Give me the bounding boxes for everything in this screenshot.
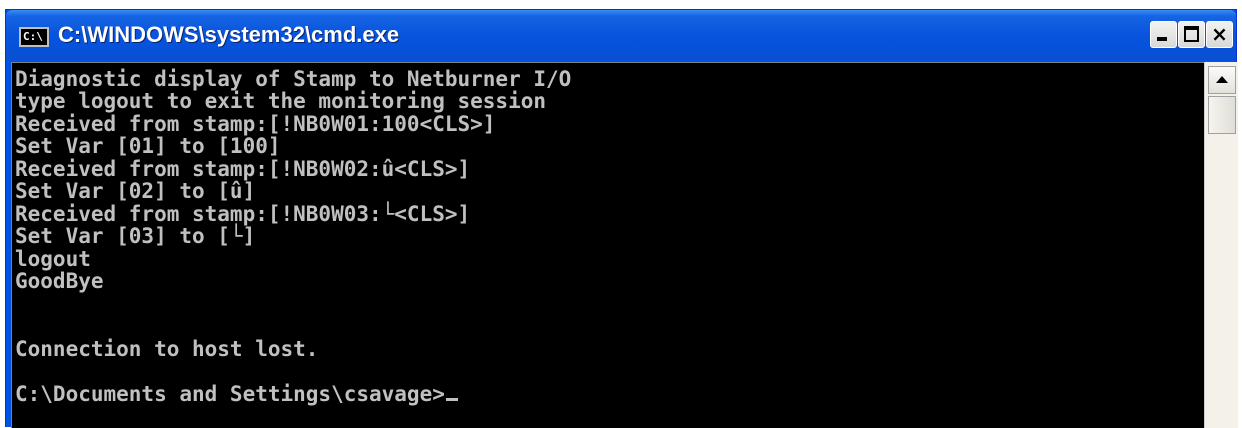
- cmd-window: C:\ C:\WINDOWS\system32\cmd.exe × Diagno…: [5, 9, 1238, 428]
- maximize-icon: [1184, 26, 1199, 42]
- console-line: Set Var [01] to [100]: [15, 134, 281, 158]
- console-line: Received from stamp:[!NB0W03:└<CLS>]: [15, 202, 471, 226]
- console-line: GoodBye: [15, 269, 104, 293]
- console-line: logout: [15, 247, 91, 271]
- scroll-thumb[interactable]: [1208, 96, 1236, 134]
- console-line: type logout to exit the monitoring sessi…: [15, 89, 547, 113]
- text-cursor: [445, 398, 458, 401]
- close-button[interactable]: ×: [1206, 21, 1233, 48]
- arrow-up-icon: [1216, 76, 1228, 83]
- console-line: Received from stamp:[!NB0W02:û<CLS>]: [15, 157, 471, 181]
- vertical-scrollbar[interactable]: [1204, 62, 1238, 428]
- console-output[interactable]: Diagnostic display of Stamp to Netburner…: [11, 62, 1204, 428]
- console-line: Received from stamp:[!NB0W01:100<CLS>]: [15, 112, 496, 136]
- console-line: Diagnostic display of Stamp to Netburner…: [15, 67, 572, 91]
- window-title: C:\WINDOWS\system32\cmd.exe: [58, 22, 400, 47]
- minimize-icon: [1157, 37, 1167, 41]
- console-line: Set Var [02] to [û]: [15, 179, 256, 203]
- command-prompt[interactable]: C:\Documents and Settings\csavage>: [15, 383, 458, 405]
- console-line: Connection to host lost.: [15, 337, 319, 361]
- prompt-text: C:\Documents and Settings\csavage>: [15, 382, 445, 406]
- console-line: Set Var [03] to [└]: [15, 224, 256, 248]
- cmd-icon[interactable]: C:\: [19, 27, 49, 47]
- scroll-up-button[interactable]: [1208, 66, 1236, 94]
- maximize-button[interactable]: [1178, 21, 1205, 48]
- minimize-button[interactable]: [1150, 21, 1177, 48]
- title-bar[interactable]: C:\ C:\WINDOWS\system32\cmd.exe ×: [6, 10, 1236, 60]
- close-icon: ×: [1211, 22, 1228, 46]
